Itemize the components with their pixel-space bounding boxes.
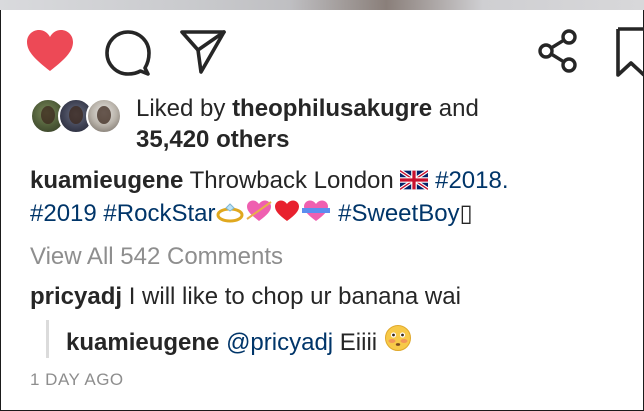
reply-item: kuamieugene @pricyadj Eiiii	[66, 324, 412, 358]
like-button[interactable]	[22, 26, 78, 76]
avatar[interactable]	[86, 98, 122, 134]
hashtag-sweetboy-link[interactable]: #SweetBoy	[338, 200, 459, 227]
heart-with-ribbon-icon	[302, 200, 331, 221]
share-nodes-icon	[538, 29, 577, 73]
likes-summary: Liked by theophilusakugre and 35,420 oth…	[30, 94, 630, 158]
liker-avatars[interactable]	[30, 98, 126, 134]
view-all-comments-link[interactable]: View All 542 Comments	[30, 242, 283, 272]
liked-by-and: and	[438, 95, 479, 122]
comment-button[interactable]	[102, 28, 154, 78]
reply-mention-link[interactable]: @pricyadj	[226, 329, 333, 356]
hashtag-rockstar-link[interactable]: #RockStar	[103, 200, 215, 227]
caption-author-link[interactable]: kuamieugene	[30, 167, 183, 194]
comment-author-link[interactable]: pricyadj	[30, 283, 122, 310]
post-photo-edge[interactable]	[0, 0, 644, 10]
hashtag-2018-link[interactable]: #2018.	[435, 167, 508, 194]
red-heart-icon	[275, 200, 300, 221]
share-button[interactable]	[176, 26, 230, 76]
liked-by-prefix: Liked by	[136, 95, 226, 122]
uk-flag-icon	[400, 170, 429, 190]
comment-item: pricyadj I will like to chop ur banana w…	[30, 282, 461, 312]
hashtag-2019-link[interactable]: #2019	[30, 200, 97, 227]
paper-plane-icon	[180, 30, 226, 74]
ring-icon	[216, 203, 244, 223]
send-button[interactable]	[532, 26, 584, 76]
comment-bubble-icon	[105, 30, 151, 76]
reply-text: Eiiii	[339, 329, 378, 356]
save-button[interactable]	[604, 24, 644, 80]
missing-glyph: ▯	[459, 200, 473, 227]
post-action-bar	[0, 18, 644, 82]
bookmark-icon	[616, 27, 644, 77]
liked-by-user-link[interactable]: theophilusakugre	[232, 95, 432, 122]
caption-text: Throwback London	[189, 167, 394, 194]
post-timestamp: 1 DAY AGO	[30, 370, 124, 389]
post-caption: kuamieugene Throwback London #2018. #201…	[30, 164, 630, 230]
liked-by-text: Liked by theophilusakugre and	[136, 94, 479, 124]
flushed-face-icon	[384, 325, 411, 351]
likes-count-link[interactable]: 35,420 others	[136, 125, 289, 155]
reply-author-link[interactable]: kuamieugene	[66, 329, 219, 356]
heart-with-arrow-icon	[246, 200, 273, 221]
heart-filled-icon	[27, 30, 73, 71]
comment-text: I will like to chop ur banana wai	[128, 283, 461, 310]
reply-thread-line	[46, 320, 49, 358]
